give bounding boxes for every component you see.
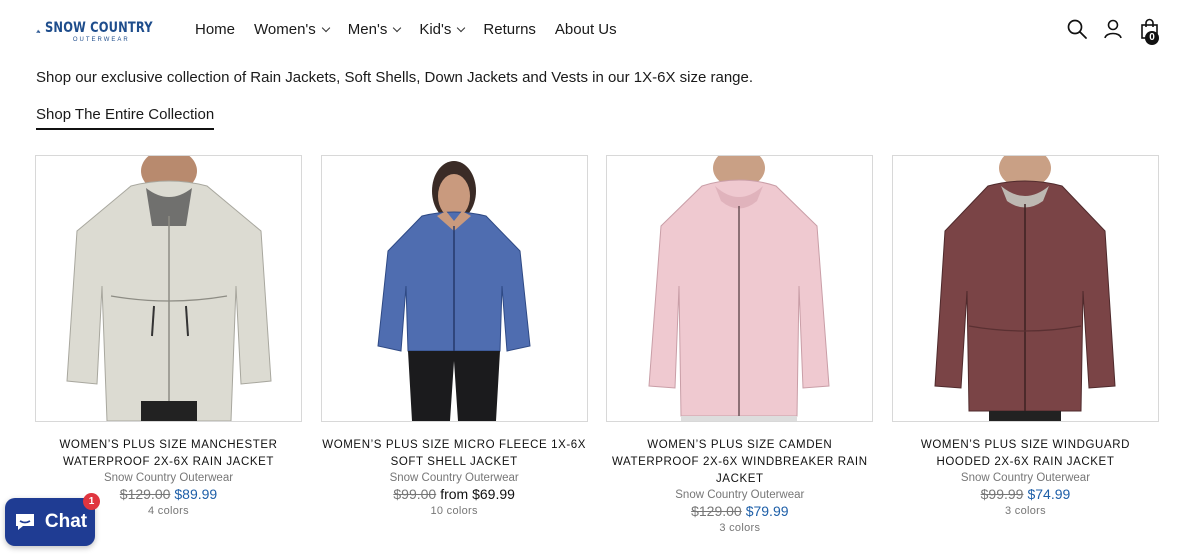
product-card[interactable]: WOMEN’S PLUS SIZE MICRO FLEECE 1X-6X SOF… (320, 155, 588, 534)
cart-count-badge: 0 (1145, 31, 1159, 45)
header-icons: 0 (1066, 18, 1160, 45)
jacket-image-icon (321, 156, 587, 421)
jacket-image-icon (607, 156, 873, 421)
color-count: 3 colors (1005, 505, 1046, 517)
brand-sub: OUTERWEAR (72, 36, 130, 43)
product-grid: WOMEN’S PLUS SIZE MANCHESTER WATERPROOF … (35, 155, 1159, 534)
nav-label: Men's (347, 21, 388, 38)
compare-price: $99.99 (980, 486, 1024, 502)
product-title[interactable]: WOMEN’S PLUS SIZE CAMDEN WATERPROOF 2X-6… (606, 437, 873, 488)
sale-price: $79.99 (745, 503, 789, 519)
site-header: SNOW COUNTRY OUTERWEAR Home Women's Men'… (0, 0, 1200, 62)
nav-label: Kid's (419, 21, 452, 38)
nav-about[interactable]: About Us (555, 21, 617, 38)
product-title[interactable]: WOMEN’S PLUS SIZE MICRO FLEECE 1X-6X SOF… (321, 437, 588, 471)
chevron-down-icon (457, 23, 466, 33)
product-title[interactable]: WOMEN’S PLUS SIZE MANCHESTER WATERPROOF … (35, 437, 302, 471)
main-nav: Home Women's Men's Kid's Returns About U… (195, 21, 636, 38)
nav-returns[interactable]: Returns (483, 21, 536, 38)
chevron-down-icon (321, 23, 331, 33)
cart-button[interactable]: 0 (1138, 18, 1160, 45)
sale-price: $89.99 (174, 486, 218, 502)
compare-price: $129.00 (691, 503, 742, 519)
product-title[interactable]: WOMEN’S PLUS SIZE WINDGUARD HOODED 2X-6X… (892, 437, 1159, 471)
mountain-logo-icon (36, 29, 41, 33)
product-image[interactable] (891, 155, 1159, 422)
brand-name: SNOW COUNTRY (44, 19, 153, 36)
color-count: 4 colors (148, 505, 189, 517)
collection-intro: Shop our exclusive collection of Rain Ja… (36, 69, 754, 86)
user-icon (1104, 19, 1122, 39)
jacket-image-icon (36, 156, 301, 421)
nav-home[interactable]: Home (195, 21, 235, 38)
nav-kids[interactable]: Kid's (419, 21, 466, 38)
color-count: 3 colors (719, 522, 761, 534)
product-card[interactable]: WOMEN’S PLUS SIZE CAMDEN WATERPROOF 2X-6… (606, 155, 874, 534)
product-image[interactable] (606, 155, 874, 422)
product-price: $99.99 $74.99 (981, 486, 1071, 502)
search-icon (1067, 19, 1087, 39)
nav-mens[interactable]: Men's (347, 21, 402, 38)
sale-price: $74.99 (1027, 486, 1071, 502)
product-price: $129.00 $89.99 (120, 486, 217, 502)
color-count: 10 colors (430, 505, 478, 517)
shop-collection-link[interactable]: Shop The Entire Collection (36, 106, 215, 130)
nav-label: Home (195, 21, 236, 38)
product-vendor: Snow Country Outerwear (389, 472, 519, 484)
product-price: $129.00 $79.99 (691, 503, 788, 519)
chevron-down-icon (393, 23, 402, 33)
product-vendor: Snow Country Outerwear (960, 472, 1091, 484)
chat-unread-badge: 1 (83, 493, 100, 510)
chat-bubble-icon (15, 514, 34, 530)
nav-womens[interactable]: Women's (254, 21, 331, 38)
nav-label: Returns (483, 21, 536, 38)
nav-label: Women's (254, 21, 316, 38)
product-price: $99.00 from $69.99 (393, 486, 515, 502)
compare-price: $129.00 (119, 486, 171, 502)
compare-price: $99.00 (393, 486, 437, 502)
chat-label: Chat (44, 511, 88, 532)
jacket-image-icon (892, 156, 1158, 421)
product-vendor: Snow Country Outerwear (675, 489, 805, 501)
brand-logo[interactable]: SNOW COUNTRY OUTERWEAR (36, 13, 176, 49)
account-button[interactable] (1102, 18, 1124, 40)
search-button[interactable] (1066, 18, 1088, 40)
product-image[interactable] (320, 155, 588, 422)
from-price: from $69.99 (440, 486, 515, 502)
product-card[interactable]: WOMEN’S PLUS SIZE WINDGUARD HOODED 2X-6X… (891, 155, 1159, 534)
nav-label: About Us (554, 21, 617, 38)
product-card[interactable]: WOMEN’S PLUS SIZE MANCHESTER WATERPROOF … (35, 155, 302, 534)
chat-button[interactable]: Chat (5, 498, 95, 546)
product-image[interactable] (35, 155, 302, 422)
product-vendor: Snow Country Outerwear (103, 472, 234, 484)
